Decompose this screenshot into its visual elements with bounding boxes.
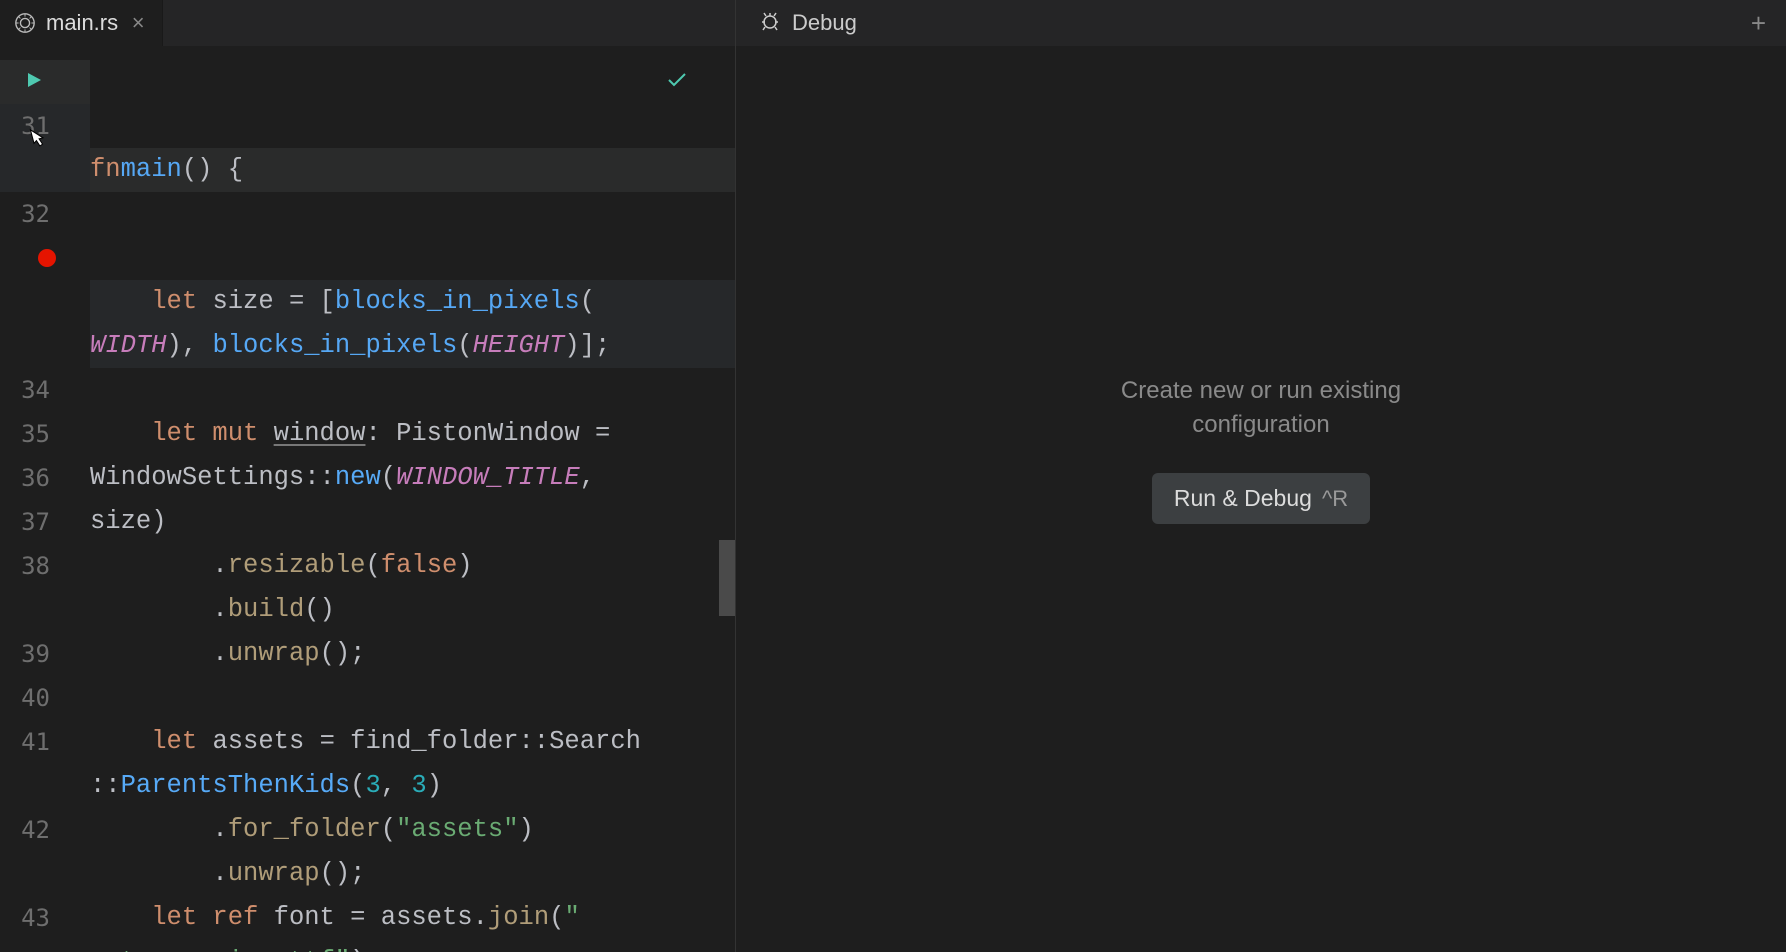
code-line[interactable]: .resizable(false) <box>90 544 735 588</box>
code-line[interactable]: size) <box>90 500 735 544</box>
debug-tab-bar: Debug + <box>736 0 1786 46</box>
line-number[interactable] <box>0 236 90 280</box>
editor-tab-bar: main.rs × <box>0 0 735 46</box>
code-line[interactable]: ::ParentsThenKids(3, 3) <box>90 764 735 808</box>
gutter-run-marker[interactable] <box>0 60 90 104</box>
add-configuration-button[interactable]: + <box>1743 8 1774 39</box>
run-and-debug-button[interactable]: Run & Debug ^R <box>1152 473 1370 524</box>
code-line[interactable]: let mut window: PistonWindow = <box>90 412 735 456</box>
code-line[interactable] <box>90 368 735 412</box>
code-line[interactable]: WIDTH), blocks_in_pixels(HEIGHT)]; <box>90 324 735 368</box>
line-number[interactable]: 36 <box>0 456 90 500</box>
debug-pane: Debug + Create new or run existing confi… <box>735 0 1786 952</box>
code-line[interactable]: .unwrap(); <box>90 632 735 676</box>
line-number[interactable]: 39 <box>0 632 90 676</box>
tab-debug[interactable]: Debug <box>748 0 867 46</box>
line-number[interactable]: 37 <box>0 500 90 544</box>
bug-icon <box>758 8 782 38</box>
code-line[interactable]: .for_folder("assets") <box>90 808 735 852</box>
code-line[interactable]: let assets = find_folder::Search <box>90 720 735 764</box>
code-line[interactable]: .build() <box>90 588 735 632</box>
tab-filename: main.rs <box>46 10 118 36</box>
code-line[interactable] <box>90 676 735 720</box>
debug-empty-state: Create new or run existing configuration… <box>736 46 1786 952</box>
line-number[interactable]: 35 <box>0 412 90 456</box>
debug-empty-message: Create new or run existing configuration <box>1121 374 1401 441</box>
code-line[interactable]: WindowSettings::new(WINDOW_TITLE, <box>90 456 735 500</box>
line-number[interactable] <box>0 764 90 808</box>
line-number[interactable]: 38 <box>0 544 90 588</box>
code-area[interactable]: fn main() { let size = [blocks_in_pixels… <box>90 46 735 952</box>
code-line[interactable]: retro-gaming.ttf"); <box>90 940 735 952</box>
code-line[interactable]: let ref font = assets.join(" <box>90 896 735 940</box>
line-number[interactable] <box>0 280 90 324</box>
line-number[interactable]: 43 <box>0 896 90 940</box>
run-icon[interactable] <box>24 60 44 104</box>
line-number[interactable]: 32 <box>0 192 90 236</box>
editor-pane: main.rs × 313234353637383940414243 fn ma… <box>0 0 735 952</box>
gutter[interactable]: 313234353637383940414243 <box>0 46 90 952</box>
tab-main-rs[interactable]: main.rs × <box>0 0 163 46</box>
fn-signature-row: fn main() { <box>90 148 735 192</box>
line-number[interactable]: 40 <box>0 676 90 720</box>
close-icon[interactable]: × <box>128 10 148 36</box>
line-number[interactable]: 34 <box>0 368 90 412</box>
rust-file-icon <box>14 12 36 34</box>
line-number[interactable] <box>0 324 90 368</box>
code-line[interactable]: let size = [blocks_in_pixels( <box>90 280 735 324</box>
editor-body: 313234353637383940414243 fn main() { let… <box>0 46 735 952</box>
debug-tab-label: Debug <box>792 10 857 36</box>
shortcut-hint: ^R <box>1322 486 1348 512</box>
breakpoint-icon[interactable] <box>38 249 56 267</box>
line-number[interactable] <box>0 852 90 896</box>
line-number[interactable] <box>0 588 90 632</box>
code-line[interactable]: .unwrap(); <box>90 852 735 896</box>
line-number[interactable]: 42 <box>0 808 90 852</box>
line-number[interactable]: 41 <box>0 720 90 764</box>
